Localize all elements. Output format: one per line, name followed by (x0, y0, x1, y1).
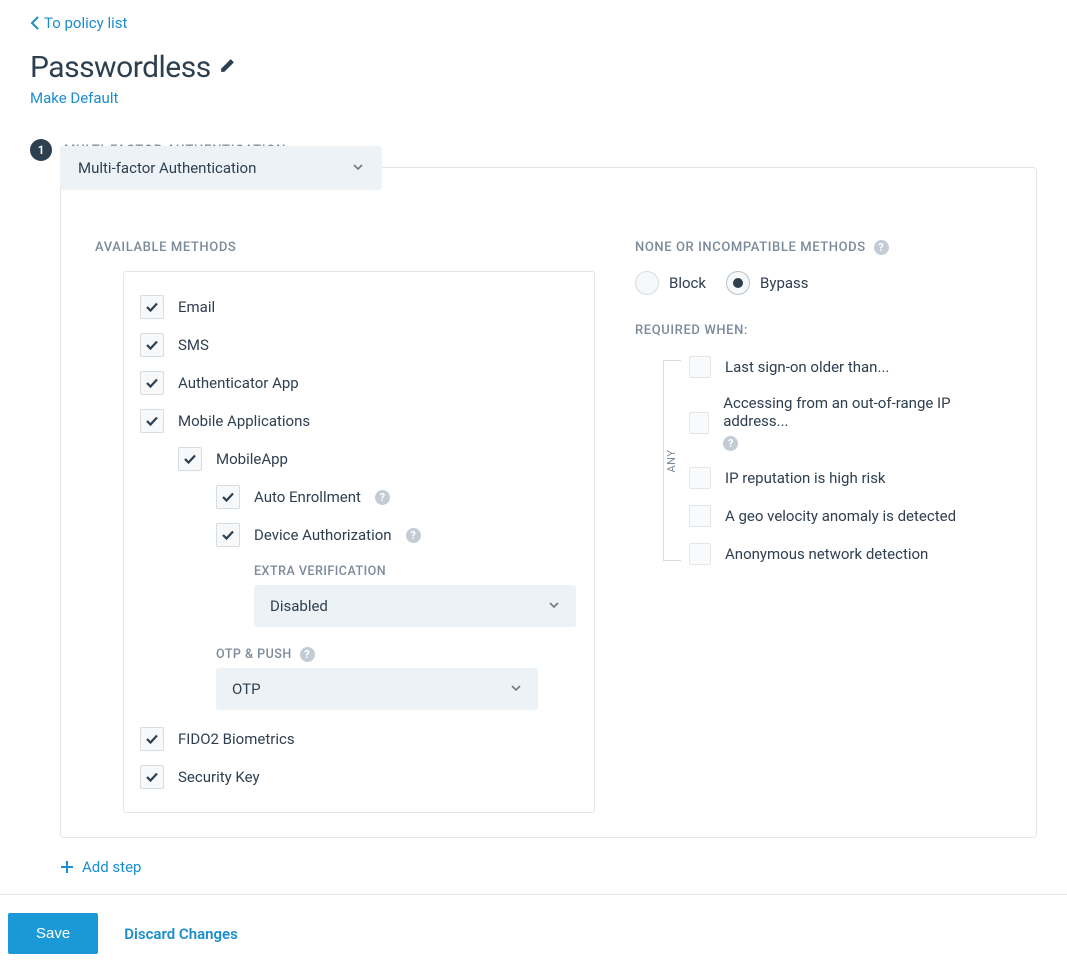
device-authorization-checkbox[interactable] (216, 523, 240, 547)
fido2-checkbox[interactable] (140, 727, 164, 751)
mobile-applications-label: Mobile Applications (178, 412, 310, 430)
chevron-down-icon (548, 597, 560, 615)
step-type-value: Multi-factor Authentication (78, 159, 256, 177)
extra-verification-value: Disabled (270, 597, 328, 615)
last-signon-label: Last sign-on older than... (725, 358, 889, 376)
otp-push-help[interactable]: ? (300, 647, 315, 662)
extra-verification-label: EXTRA VERIFICATION (254, 554, 578, 585)
email-checkbox[interactable] (140, 295, 164, 319)
auto-enrollment-checkbox[interactable] (216, 485, 240, 509)
add-step-label: Add step (82, 858, 141, 876)
authenticator-checkbox[interactable] (140, 371, 164, 395)
any-rail: ANY (663, 360, 681, 561)
none-incompatible-label: NONE OR INCOMPATIBLE METHODS (635, 240, 866, 255)
required-when-label: REQUIRED WHEN: (635, 323, 1012, 338)
bypass-radio[interactable]: Bypass (726, 271, 809, 295)
geo-velocity-checkbox[interactable] (689, 505, 711, 527)
security-key-label: Security Key (178, 768, 260, 786)
ip-reputation-checkbox[interactable] (689, 467, 711, 489)
step-panel: Multi-factor Authentication AVAILABLE ME… (60, 167, 1037, 838)
out-of-range-ip-checkbox[interactable] (689, 412, 709, 434)
sms-label: SMS (178, 336, 209, 354)
last-signon-checkbox[interactable] (689, 356, 711, 378)
save-button[interactable]: Save (8, 913, 98, 954)
otp-push-select[interactable]: OTP (216, 668, 538, 710)
security-key-checkbox[interactable] (140, 765, 164, 789)
any-label: ANY (665, 443, 678, 478)
anonymous-network-label: Anonymous network detection (725, 545, 928, 563)
block-label: Block (669, 274, 706, 292)
chevron-down-icon (510, 680, 522, 698)
geo-velocity-label: A geo velocity anomaly is detected (725, 507, 956, 525)
fido2-label: FIDO2 Biometrics (178, 730, 295, 748)
device-authorization-label: Device Authorization (254, 526, 392, 544)
sms-checkbox[interactable] (140, 333, 164, 357)
block-radio[interactable]: Block (635, 271, 706, 295)
pencil-icon (219, 57, 236, 74)
methods-box: Email SMS Authenticator App Mobile Appli… (123, 271, 595, 813)
chevron-down-icon (352, 159, 364, 177)
back-to-policy-list-link[interactable]: To policy list (30, 14, 127, 32)
out-of-range-ip-label: Accessing from an out-of-range IP addres… (723, 394, 1012, 430)
mobile-applications-checkbox[interactable] (140, 409, 164, 433)
available-methods-label: AVAILABLE METHODS (95, 240, 595, 255)
mobileapp-checkbox[interactable] (178, 447, 202, 471)
anonymous-network-checkbox[interactable] (689, 543, 711, 565)
page-title: Passwordless (30, 50, 211, 85)
extra-verification-select[interactable]: Disabled (254, 585, 576, 627)
ip-reputation-label: IP reputation is high risk (725, 469, 886, 487)
chevron-left-icon (30, 16, 40, 30)
out-of-range-ip-help[interactable]: ? (723, 436, 738, 451)
auto-enrollment-help[interactable]: ? (375, 490, 390, 505)
step-number-badge: 1 (30, 139, 52, 161)
add-step-button[interactable]: Add step (60, 858, 141, 876)
plus-icon (60, 860, 74, 874)
mobileapp-label: MobileApp (216, 450, 288, 468)
otp-push-value: OTP (232, 680, 261, 698)
auto-enrollment-label: Auto Enrollment (254, 488, 361, 506)
none-incompatible-help[interactable]: ? (874, 240, 889, 255)
edit-title-button[interactable] (219, 57, 236, 78)
device-authorization-help[interactable]: ? (406, 528, 421, 543)
make-default-link[interactable]: Make Default (30, 89, 118, 107)
discard-changes-button[interactable]: Discard Changes (124, 925, 238, 943)
bypass-label: Bypass (760, 274, 809, 292)
authenticator-label: Authenticator App (178, 374, 299, 392)
step-type-dropdown[interactable]: Multi-factor Authentication (60, 146, 382, 190)
otp-push-label: OTP & PUSH (216, 647, 292, 662)
back-link-label: To policy list (44, 14, 127, 32)
email-label: Email (178, 298, 215, 316)
